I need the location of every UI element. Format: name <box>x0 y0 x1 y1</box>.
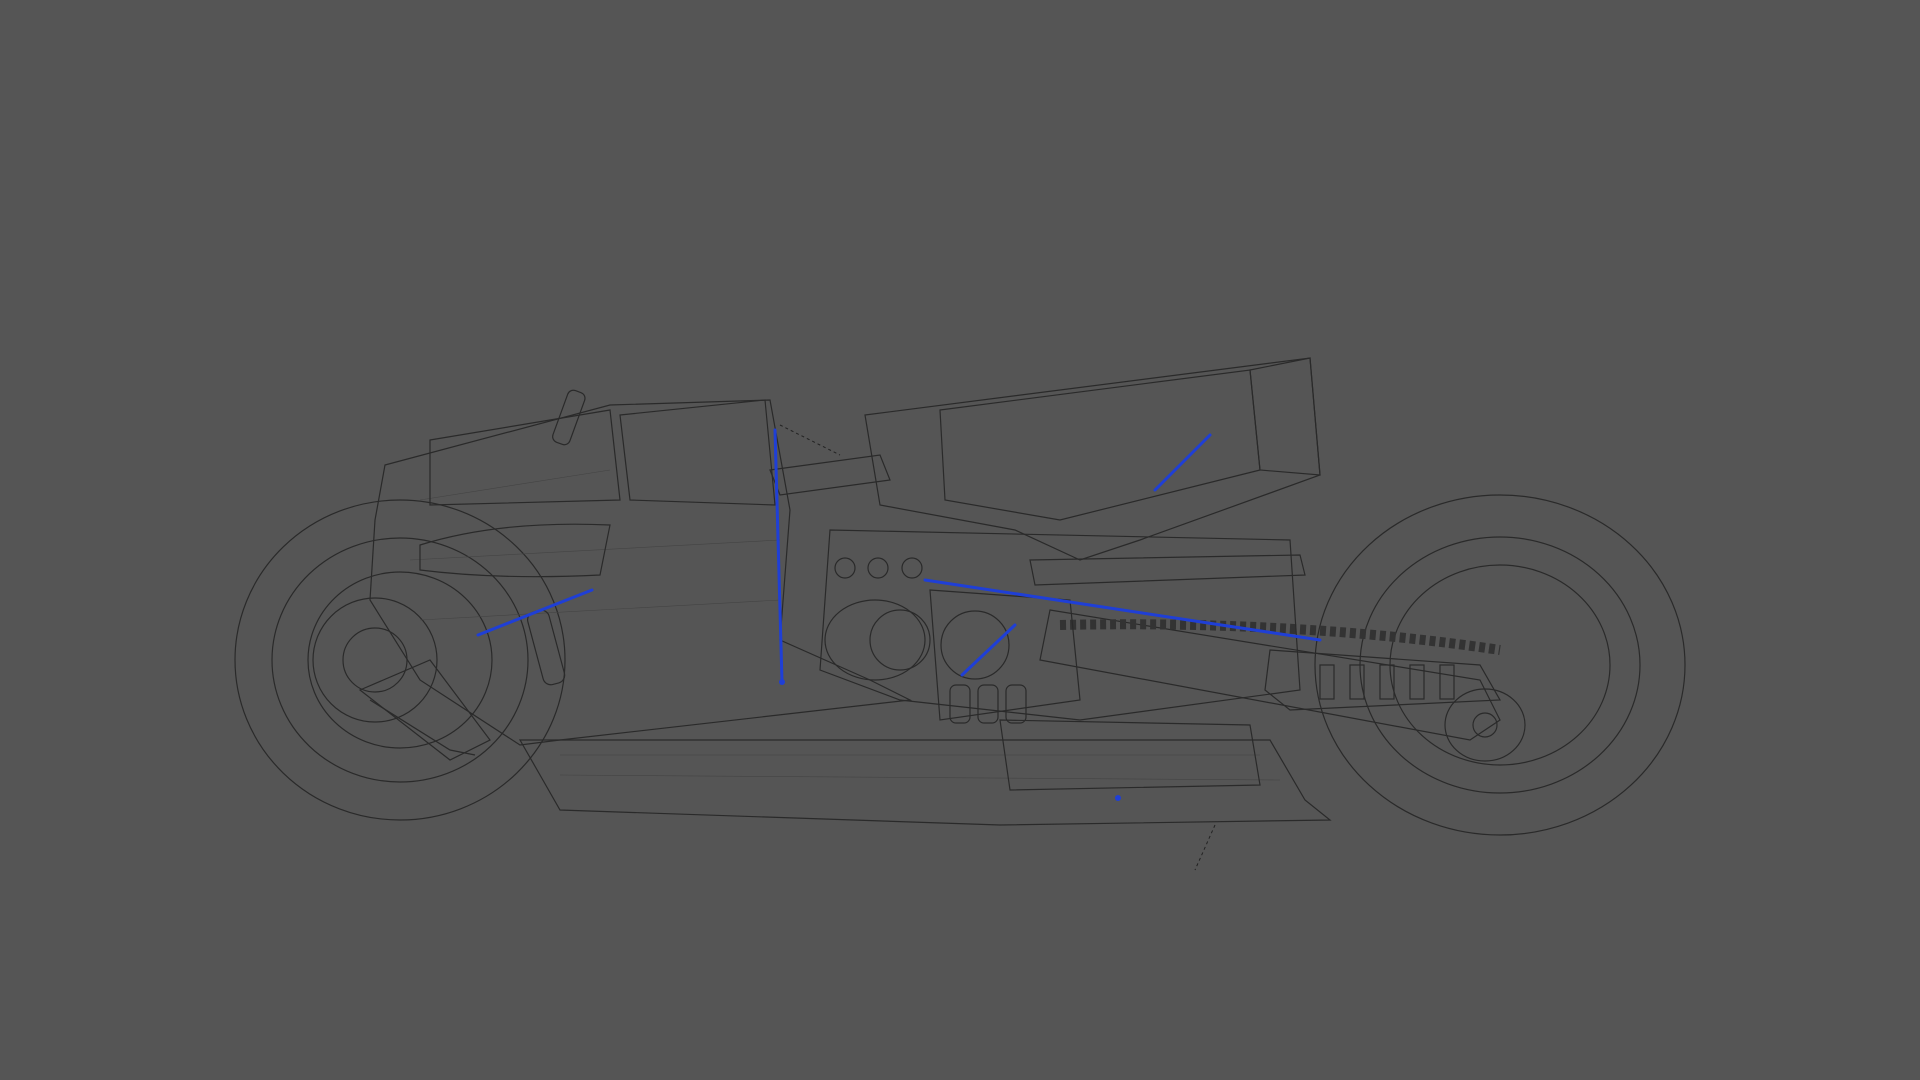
3d-viewport[interactable] <box>0 0 1920 1080</box>
pivot-guides <box>779 424 1216 871</box>
frame-tube <box>769 454 1306 586</box>
seat[interactable] <box>864 357 1321 561</box>
upper-cowl <box>429 399 776 506</box>
intake-pipes <box>824 599 931 681</box>
belly-pan[interactable] <box>518 739 1332 826</box>
rig-bones[interactable] <box>476 428 1322 801</box>
rear-wheel[interactable] <box>1314 494 1686 836</box>
motorcycle-model[interactable] <box>0 0 1920 1080</box>
fairing-vent <box>419 523 611 578</box>
chain <box>1059 619 1501 655</box>
front-wheel[interactable] <box>234 499 566 821</box>
front-fairing[interactable] <box>369 399 913 746</box>
